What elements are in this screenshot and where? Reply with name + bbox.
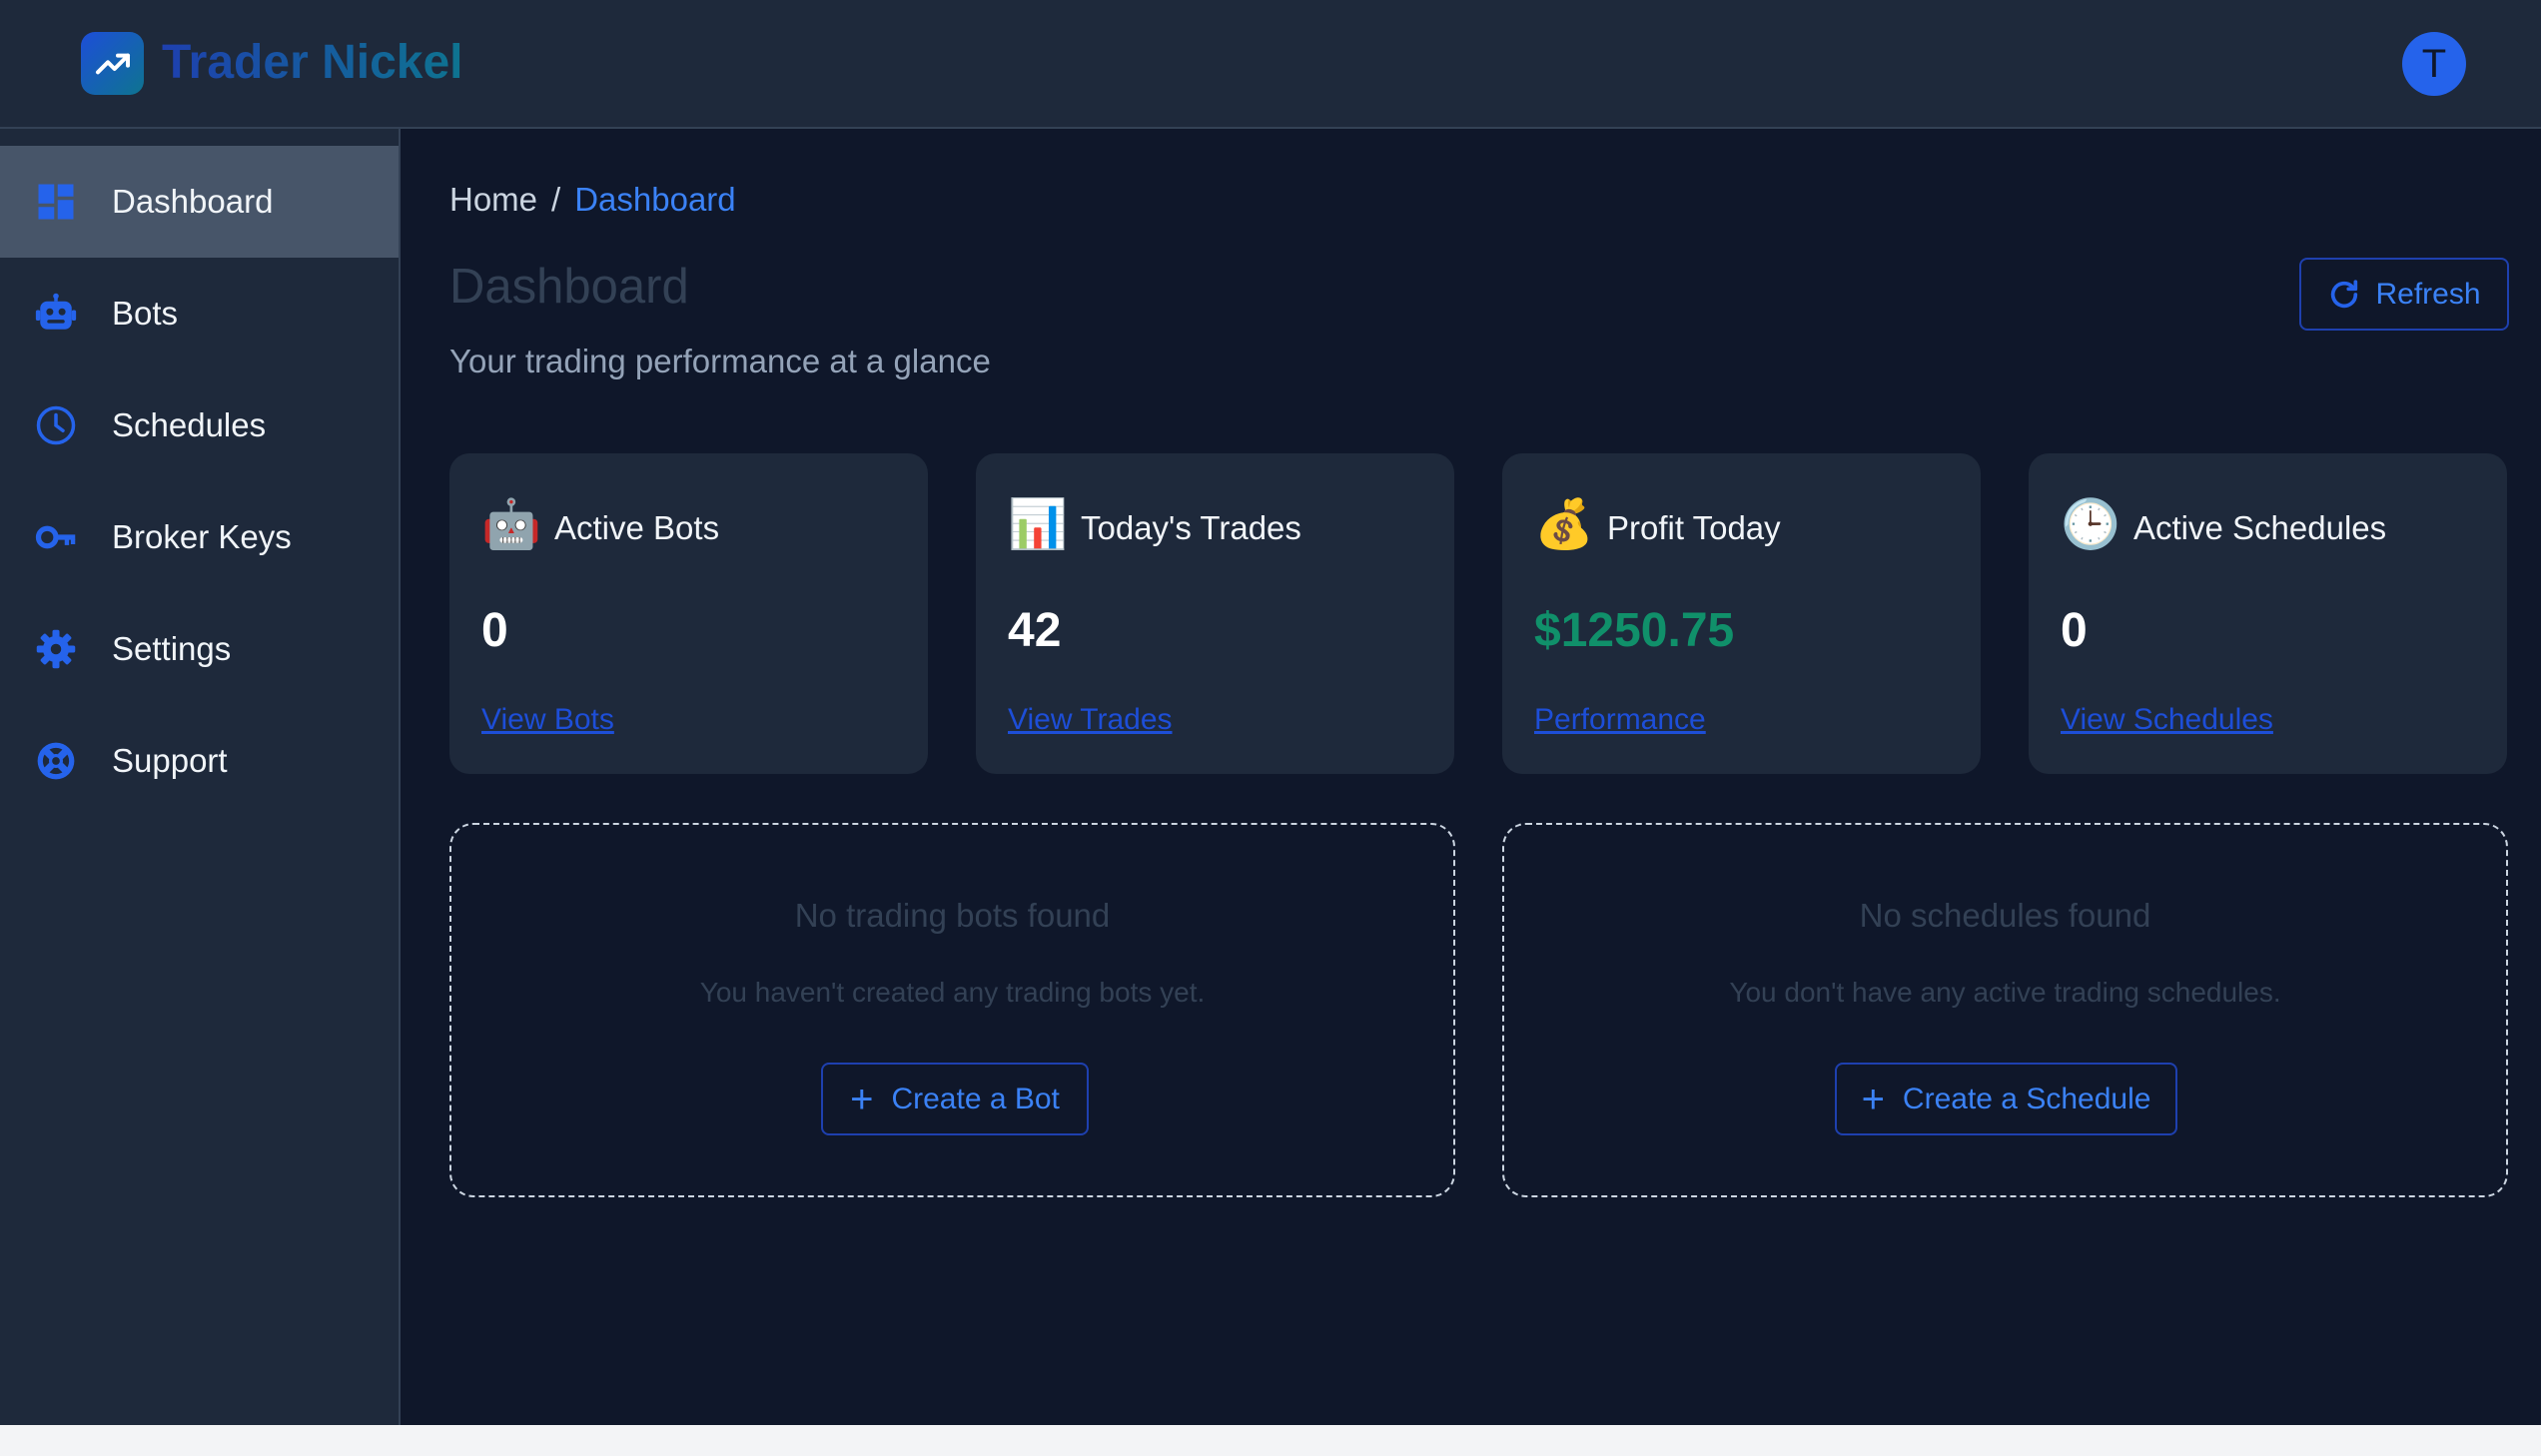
plus-icon: + <box>850 1077 874 1121</box>
sidebar-item-label: Bots <box>112 295 179 332</box>
create-schedule-label: Create a Schedule <box>1902 1082 2151 1115</box>
sidebar-item-label: Broker Keys <box>112 518 292 555</box>
lifebuoy-icon <box>34 739 78 783</box>
sidebar-item-label: Schedules <box>112 406 267 443</box>
empty-title: No trading bots found <box>794 897 1111 934</box>
bar-chart-emoji-icon: 📊 <box>1008 498 1068 551</box>
create-schedule-button[interactable]: + Create a Schedule <box>1835 1063 2177 1135</box>
robot-icon <box>34 292 78 336</box>
empty-description: You don't have any active trading schedu… <box>1729 977 2281 1008</box>
stat-title: Today's Trades <box>1081 509 1301 546</box>
refresh-icon <box>2327 278 2361 312</box>
breadcrumb-current: Dashboard <box>574 181 736 218</box>
robot-emoji-icon: 🤖 <box>481 498 541 551</box>
sidebar-item-settings[interactable]: Settings <box>0 593 399 705</box>
stat-value: 42 <box>1008 604 1062 657</box>
stat-value: $1250.75 <box>1534 604 1735 657</box>
sidebar-item-schedules[interactable]: Schedules <box>0 369 399 481</box>
page-title: Dashboard <box>449 260 689 314</box>
brand-name[interactable]: Trader Nickel <box>162 34 463 92</box>
money-bag-emoji-icon: 💰 <box>1534 498 1594 551</box>
stat-title: Active Bots <box>554 509 720 546</box>
trending-up-icon[interactable] <box>81 32 144 95</box>
create-bot-button[interactable]: + Create a Bot <box>821 1063 1089 1135</box>
stat-title: Profit Today <box>1607 509 1781 546</box>
clock-emoji-icon: 🕒 <box>2061 498 2120 551</box>
top-bar: Trader Nickel T <box>0 0 2541 129</box>
performance-link[interactable]: Performance <box>1534 703 1706 737</box>
refresh-label: Refresh <box>2375 277 2481 311</box>
sidebar-item-dashboard[interactable]: Dashboard <box>0 146 399 258</box>
refresh-button[interactable]: Refresh <box>2299 258 2509 331</box>
stat-value: 0 <box>481 604 508 657</box>
stat-card-todays-trades: 📊 Today's Trades 42 View Trades <box>976 453 1454 774</box>
empty-schedules-panel: No schedules found You don't have any ac… <box>1502 823 2508 1197</box>
stat-title: Active Schedules <box>2133 509 2387 546</box>
sidebar: Dashboard Bots Schedules Broker Keys Set… <box>0 129 401 1425</box>
empty-title: No schedules found <box>1859 897 2151 934</box>
key-icon <box>34 515 78 559</box>
stat-card-active-schedules: 🕒 Active Schedules 0 View Schedules <box>2029 453 2507 774</box>
main-content: Home / Dashboard Dashboard Your trading pe… <box>401 129 2541 1425</box>
stat-value: 0 <box>2061 604 2088 657</box>
footer-strip <box>0 1425 2541 1456</box>
breadcrumb: Home / Dashboard <box>449 181 736 219</box>
stat-card-profit-today: 💰 Profit Today $1250.75 Performance <box>1502 453 1981 774</box>
empty-description: You haven't created any trading bots yet… <box>699 977 1206 1008</box>
view-trades-link[interactable]: View Trades <box>1008 703 1173 737</box>
sidebar-item-support[interactable]: Support <box>0 705 399 817</box>
view-schedules-link[interactable]: View Schedules <box>2061 703 2273 737</box>
sidebar-item-bots[interactable]: Bots <box>0 258 399 369</box>
breadcrumb-home[interactable]: Home <box>449 181 537 218</box>
sidebar-item-label: Settings <box>112 630 232 667</box>
dashboard-icon <box>34 180 78 224</box>
clock-icon <box>34 403 78 447</box>
empty-bots-panel: No trading bots found You haven't create… <box>449 823 1455 1197</box>
sidebar-item-broker-keys[interactable]: Broker Keys <box>0 481 399 593</box>
view-bots-link[interactable]: View Bots <box>481 703 614 737</box>
page-subtitle: Your trading performance at a glance <box>449 343 991 379</box>
sidebar-item-label: Support <box>112 742 228 779</box>
gear-icon <box>34 627 78 671</box>
create-bot-label: Create a Bot <box>891 1082 1060 1115</box>
breadcrumb-separator: / <box>551 181 561 218</box>
sidebar-item-label: Dashboard <box>112 183 274 220</box>
plus-icon: + <box>1861 1077 1885 1121</box>
avatar[interactable]: T <box>2402 32 2466 96</box>
stat-card-active-bots: 🤖 Active Bots 0 View Bots <box>449 453 928 774</box>
